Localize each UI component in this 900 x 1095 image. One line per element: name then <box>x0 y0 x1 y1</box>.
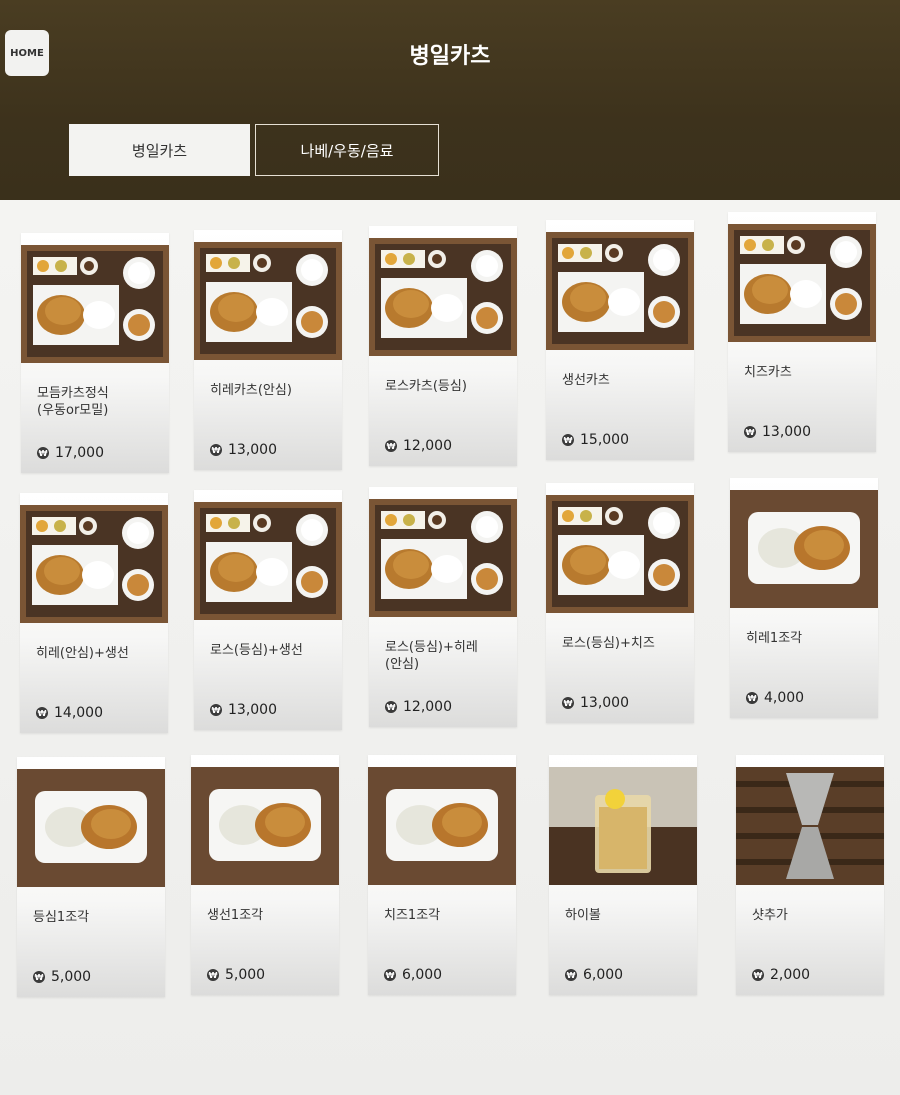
menu-item-price: 15,000 <box>580 432 629 448</box>
card-cheese-1-piece[interactable]: 치즈1조각 ₩6,000 <box>368 755 516 995</box>
menu-item-price-row: ₩13,000 <box>562 695 629 711</box>
menu-item-price-row: ₩17,000 <box>37 445 104 461</box>
menu-item-photo <box>191 767 339 885</box>
menu-item-photo <box>20 505 168 623</box>
card-rosu-cheese[interactable]: 로스(등심)+치즈 ₩13,000 <box>546 483 694 723</box>
menu-item-price: 6,000 <box>402 967 443 983</box>
menu-item-price: 6,000 <box>583 967 624 983</box>
menu-item-price: 13,000 <box>580 695 629 711</box>
menu-item-photo <box>17 769 165 887</box>
won-icon: ₩ <box>746 692 758 704</box>
won-icon: ₩ <box>565 969 577 981</box>
menu-item-photo <box>546 232 694 350</box>
card-hire-katsu[interactable]: 히레카츠(안심) ₩13,000 <box>194 230 342 470</box>
won-icon: ₩ <box>33 971 45 983</box>
won-icon: ₩ <box>210 704 222 716</box>
menu-item-name: 로스(등심)+히레 (안심) <box>385 640 478 672</box>
menu-item-price: 14,000 <box>54 705 103 721</box>
card-hire-fish[interactable]: 히레(안심)+생선 ₩14,000 <box>20 493 168 733</box>
won-icon: ₩ <box>752 969 764 981</box>
won-icon: ₩ <box>37 447 49 459</box>
menu-item-photo <box>546 495 694 613</box>
menu-item-price-row: ₩12,000 <box>385 699 452 715</box>
card-rosu-fish[interactable]: 로스(등심)+생선 ₩13,000 <box>194 490 342 730</box>
won-icon: ₩ <box>385 440 397 452</box>
won-icon: ₩ <box>210 444 222 456</box>
menu-item-photo <box>368 767 516 885</box>
menu-item-name: 치즈카츠 <box>744 365 792 380</box>
menu-item-photo <box>369 238 517 356</box>
menu-item-price-row: ₩5,000 <box>207 967 265 983</box>
menu-item-name: 치즈1조각 <box>384 908 441 923</box>
menu-item-price-row: ₩14,000 <box>36 705 103 721</box>
card-fish-1-piece[interactable]: 생선1조각 ₩5,000 <box>191 755 339 995</box>
card-extra-shot[interactable]: 샷추가 ₩2,000 <box>736 755 884 995</box>
menu-item-price: 12,000 <box>403 438 452 454</box>
menu-item-price: 12,000 <box>403 699 452 715</box>
menu-item-name: 등심1조각 <box>33 910 90 925</box>
card-rosu-hire[interactable]: 로스(등심)+히레 (안심) ₩12,000 <box>369 487 517 727</box>
menu-item-photo <box>21 245 169 363</box>
menu-item-photo <box>369 499 517 617</box>
won-icon: ₩ <box>385 701 397 713</box>
menu-item-price-row: ₩2,000 <box>752 967 810 983</box>
menu-item-price-row: ₩5,000 <box>33 969 91 985</box>
menu-item-photo <box>194 242 342 360</box>
page-title: 병일카츠 <box>409 44 491 69</box>
menu-item-price-row: ₩13,000 <box>744 424 811 440</box>
card-rosu-katsu[interactable]: 로스카츠(등심) ₩12,000 <box>369 226 517 466</box>
menu-item-price: 13,000 <box>228 702 277 718</box>
menu-item-price: 5,000 <box>51 969 92 985</box>
menu-item-price-row: ₩6,000 <box>384 967 442 983</box>
menu-item-name: 로스(등심)+생선 <box>210 643 303 658</box>
menu-item-price: 13,000 <box>762 424 811 440</box>
menu-item-name: 로스(등심)+치즈 <box>562 636 655 651</box>
won-icon: ₩ <box>562 434 574 446</box>
menu-item-price-row: ₩15,000 <box>562 432 629 448</box>
menu-item-name: 샷추가 <box>752 908 788 923</box>
menu-item-photo <box>730 490 878 608</box>
menu-item-price: 13,000 <box>228 442 277 458</box>
menu-item-price-row: ₩12,000 <box>385 438 452 454</box>
menu-item-price-row: ₩13,000 <box>210 442 277 458</box>
card-mixed-katsu-set[interactable]: 모듬카츠정식 (우동or모밀) ₩17,000 <box>21 233 169 473</box>
menu-item-photo <box>736 767 884 885</box>
won-icon: ₩ <box>562 697 574 709</box>
menu-item-name: 히레(안심)+생선 <box>36 646 129 661</box>
tab-byeongil-katsu[interactable]: 병일카츠 <box>69 124 250 176</box>
won-icon: ₩ <box>36 707 48 719</box>
tab-nabe-udon-drinks[interactable]: 나베/우동/음료 <box>255 124 439 176</box>
menu-item-name: 모듬카츠정식 (우동or모밀) <box>37 386 109 418</box>
menu-item-price: 2,000 <box>770 967 811 983</box>
card-fish-katsu[interactable]: 생선카츠 ₩15,000 <box>546 220 694 460</box>
menu-item-name: 생선1조각 <box>207 908 264 923</box>
menu-item-photo <box>549 767 697 885</box>
card-highball[interactable]: 하이볼 ₩6,000 <box>549 755 697 995</box>
menu-item-price-row: ₩13,000 <box>210 702 277 718</box>
card-hire-1-piece[interactable]: 히레1조각 ₩4,000 <box>730 478 878 718</box>
won-icon: ₩ <box>744 426 756 438</box>
menu-item-name: 히레1조각 <box>746 631 803 646</box>
menu-item-name: 하이볼 <box>565 908 601 923</box>
card-rosu-1-piece[interactable]: 등심1조각 ₩5,000 <box>17 757 165 997</box>
won-icon: ₩ <box>384 969 396 981</box>
won-icon: ₩ <box>207 969 219 981</box>
kiosk-header: HOME 병일카츠 병일카츠 나베/우동/음료 <box>0 0 900 200</box>
menu-item-name: 생선카츠 <box>562 373 610 388</box>
menu-item-price: 4,000 <box>764 690 805 706</box>
menu-item-price: 17,000 <box>55 445 104 461</box>
menu-item-price-row: ₩4,000 <box>746 690 804 706</box>
menu-item-price: 5,000 <box>225 967 266 983</box>
menu-item-name: 히레카츠(안심) <box>210 383 292 398</box>
menu-item-name: 로스카츠(등심) <box>385 379 467 394</box>
menu-item-price-row: ₩6,000 <box>565 967 623 983</box>
menu-item-photo <box>194 502 342 620</box>
card-cheese-katsu[interactable]: 치즈카츠 ₩13,000 <box>728 212 876 452</box>
menu-item-photo <box>728 224 876 342</box>
